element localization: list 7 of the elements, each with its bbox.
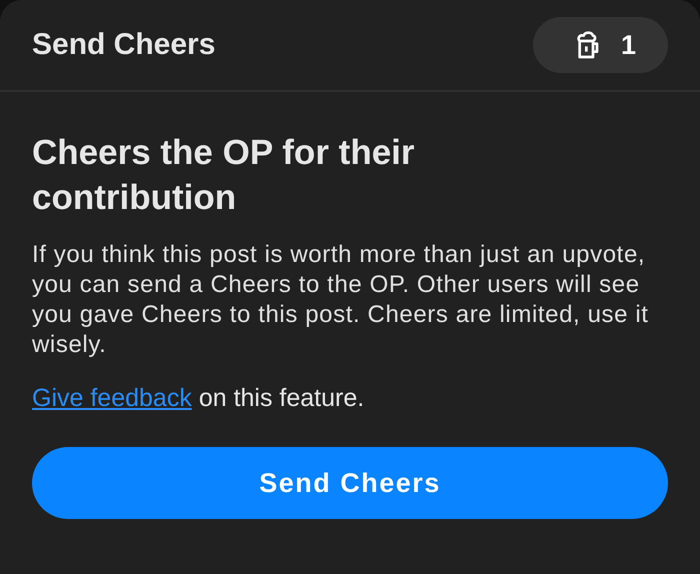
description: If you think this post is worth more than just an upvote, you can send a Cheers to the OP. Other users will see you gave Cheers to this post. Cheers are limited, use it wisely.	[32, 240, 650, 360]
send-cheers-button[interactable]: Send Cheers	[32, 447, 668, 519]
cheers-count-badge[interactable]: 1	[532, 17, 668, 73]
heading: Cheers the OP for their contribution	[32, 132, 416, 219]
feedback-link[interactable]: Give feedback	[32, 384, 192, 412]
feedback-text: on this feature.	[198, 384, 364, 412]
sheet-title: Send Cheers	[32, 28, 216, 62]
